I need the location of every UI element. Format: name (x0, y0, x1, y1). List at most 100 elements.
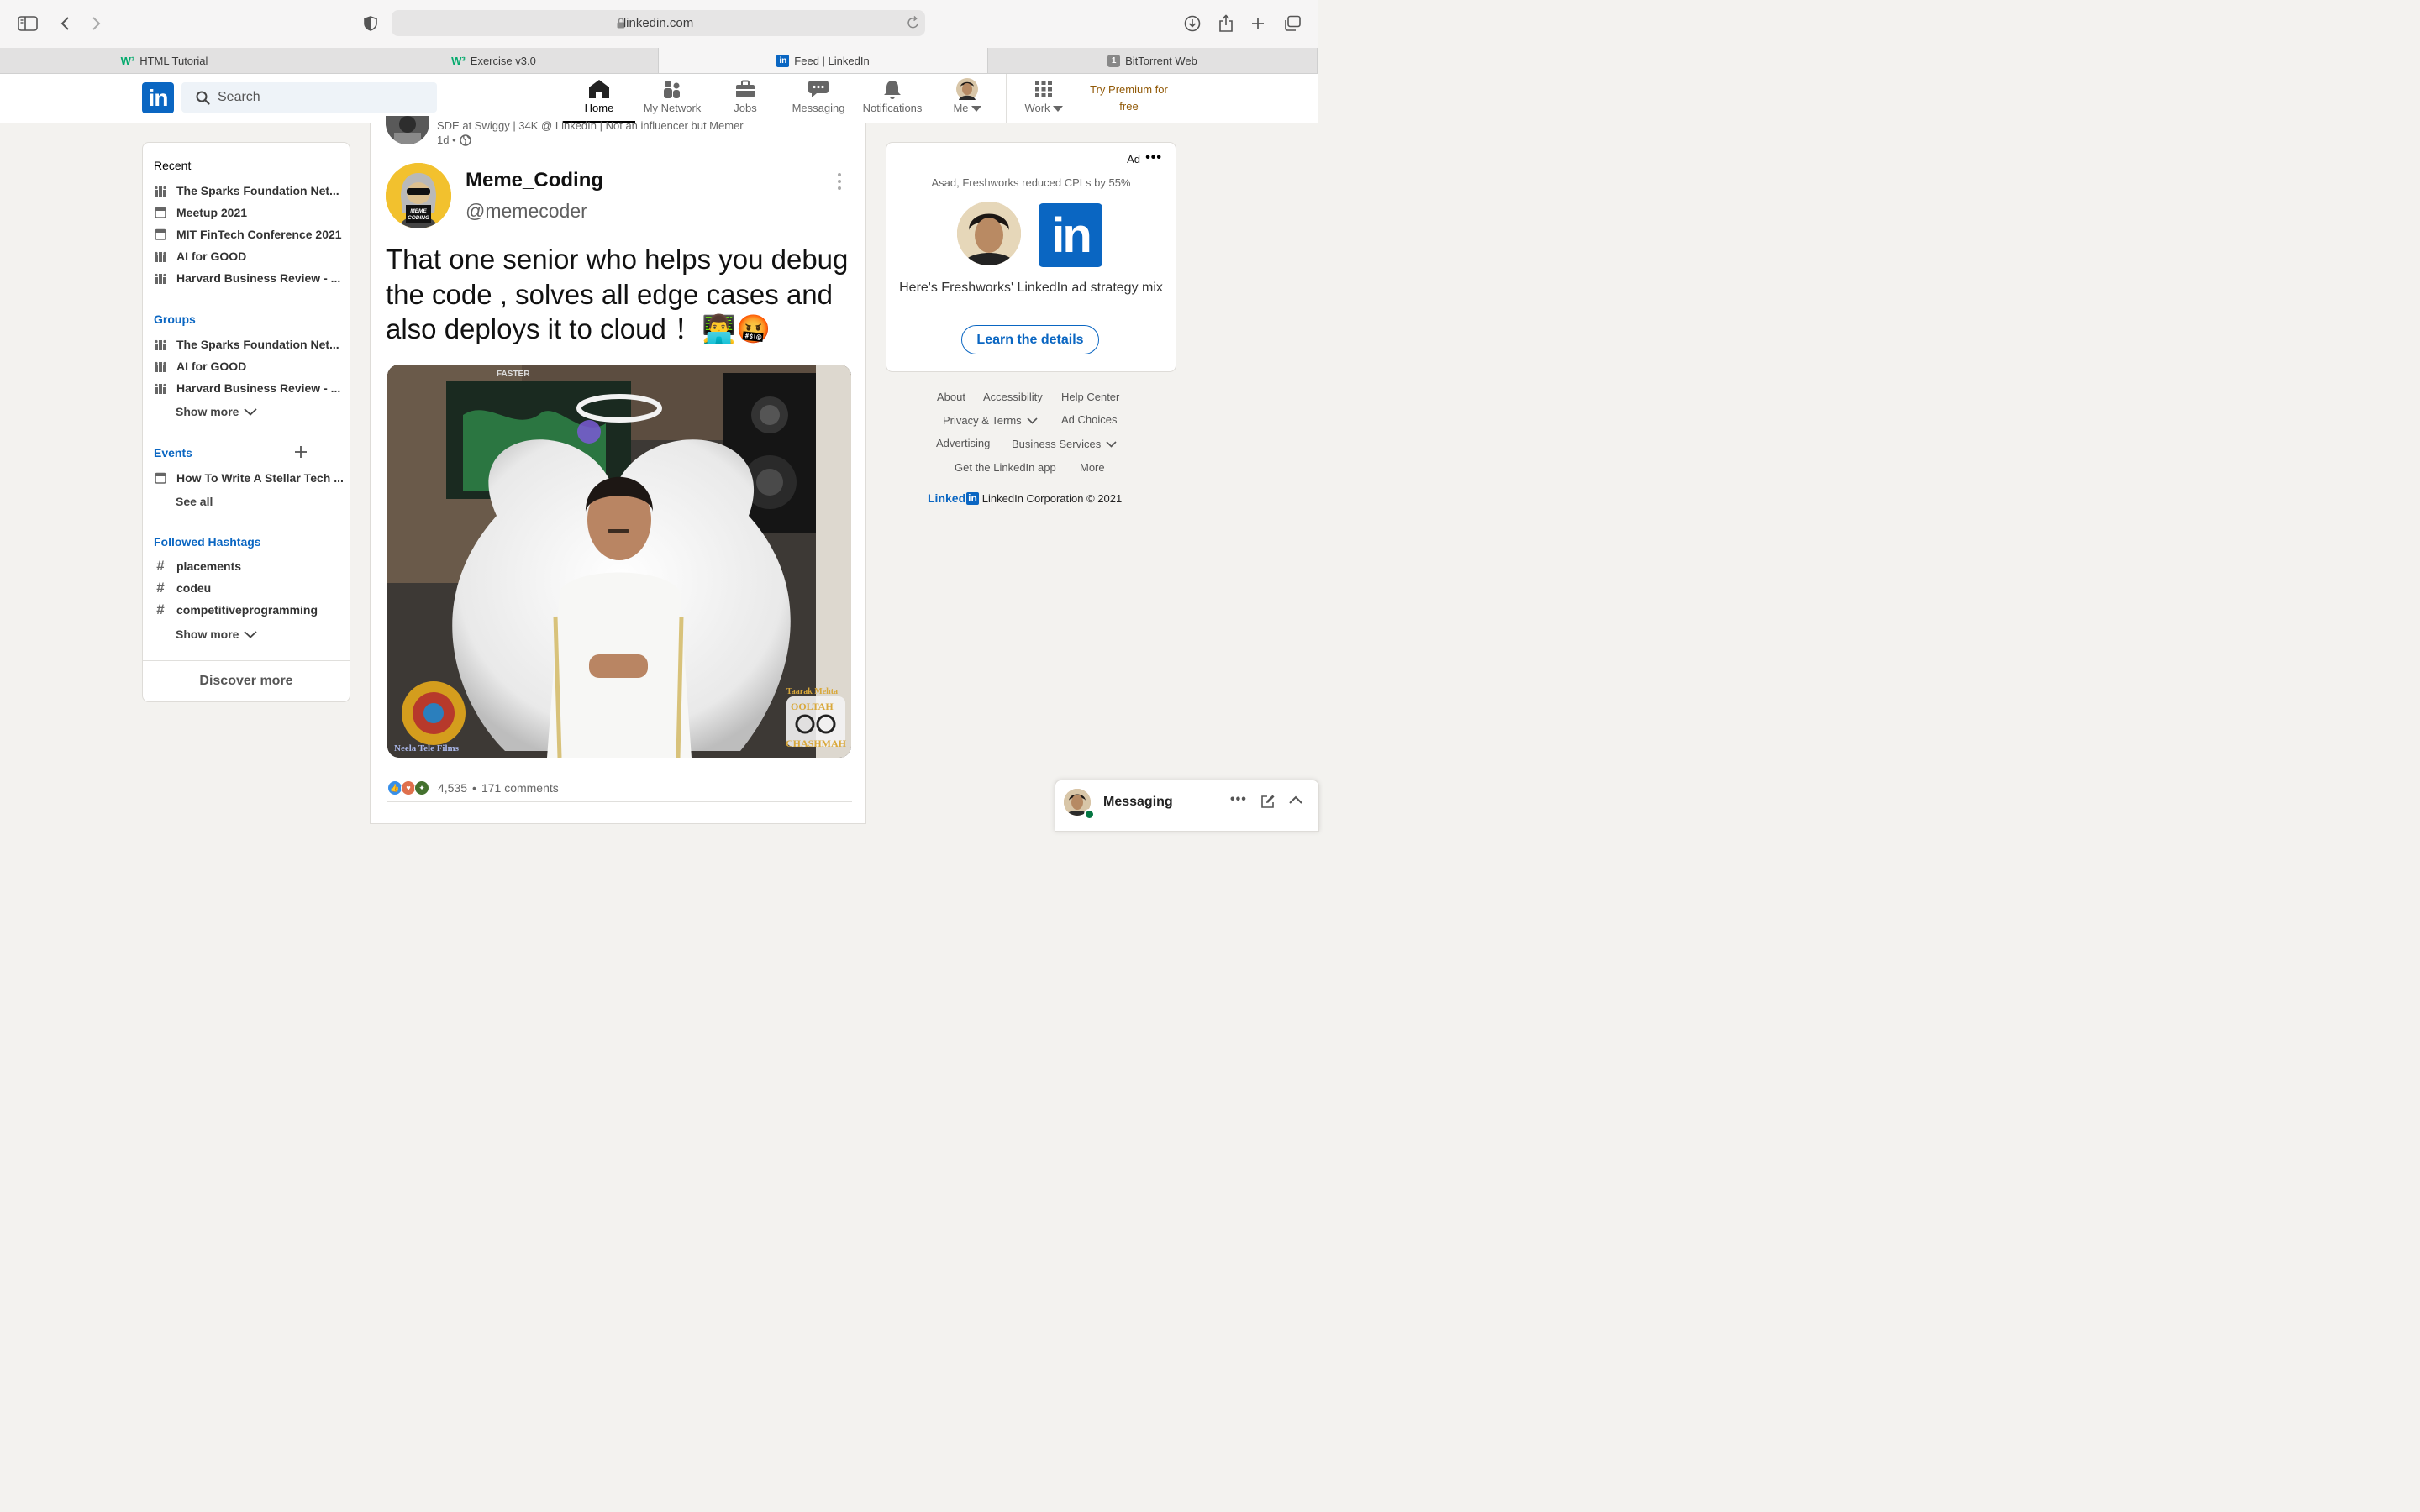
group-icon (155, 339, 166, 350)
author-avatar[interactable] (386, 116, 429, 144)
events-title[interactable]: Events (154, 446, 192, 459)
tab-label: HTML Tutorial (139, 54, 208, 67)
hashtags-show-more[interactable]: Show more (176, 627, 258, 641)
learn-the-details-button[interactable]: Learn the details (961, 325, 1099, 354)
image-text: FASTER (497, 370, 530, 379)
post-image[interactable]: FASTER Neela Tele Films Taarak Mehta OOL… (387, 365, 851, 758)
image-text: Neela Tele Films (394, 743, 460, 753)
linkedin-icon: in (966, 491, 979, 505)
sidebar-item-hashtag[interactable]: # placements (155, 558, 344, 575)
messaging-title[interactable]: Messaging (1103, 795, 1173, 810)
ad-user-avatar (957, 202, 1021, 265)
messaging-overlay[interactable]: Messaging ••• (1055, 780, 1319, 832)
footer-link-about[interactable]: About (937, 391, 965, 403)
nav-divider (1006, 74, 1007, 123)
hashtags-title[interactable]: Followed Hashtags (154, 535, 261, 549)
reload-icon[interactable] (907, 15, 920, 30)
groups-title[interactable]: Groups (154, 312, 196, 326)
calendar-icon (155, 472, 166, 484)
sidebar-item-label: The Sparks Foundation Net... (176, 184, 339, 197)
online-status-icon (1084, 809, 1095, 820)
nav-notifications[interactable]: Notifications (855, 79, 930, 123)
linkedin-logo: in (1039, 203, 1102, 267)
comments-count[interactable]: 171 comments (481, 781, 559, 795)
nav-me[interactable]: Me (946, 78, 988, 123)
footer-link-business-services[interactable]: Business Services (1012, 438, 1117, 450)
w3schools-icon: W³ (451, 54, 466, 67)
footer-link-more[interactable]: More (1080, 461, 1105, 474)
tweet-display-name: Meme_Coding (466, 169, 604, 192)
sidebar-item-hashtag[interactable]: # codeu (155, 580, 344, 596)
reactions-count[interactable]: 4,535 (438, 781, 467, 795)
nav-jobs[interactable]: Jobs (720, 79, 771, 123)
tab-overview-icon[interactable] (1281, 12, 1304, 35)
more-options-icon[interactable] (838, 173, 841, 190)
privacy-shield-icon[interactable] (359, 12, 382, 35)
sidebar-item-hashtag[interactable]: # competitiveprogramming (155, 601, 344, 618)
share-icon[interactable] (1214, 12, 1238, 35)
sidebar-item-event[interactable]: How To Write A Stellar Tech ... (155, 470, 344, 486)
nav-label: Messaging (792, 102, 845, 114)
footer-link-label: Business Services (1012, 438, 1102, 450)
address-bar[interactable]: linkedin.com (392, 10, 925, 36)
back-icon[interactable] (53, 12, 76, 35)
nav-label: Home (584, 102, 614, 114)
nav-label: My Network (643, 102, 702, 114)
tweet-handle: @memecoder (466, 200, 587, 222)
post-time-text: 1d • (437, 134, 456, 146)
more-options-icon[interactable]: ••• (1145, 151, 1162, 165)
sidebar-item-recent[interactable]: Meetup 2021 (155, 204, 344, 221)
events-see-all[interactable]: See all (176, 495, 213, 508)
footer-link-advertising[interactable]: Advertising (936, 437, 990, 449)
browser-tab-linkedin[interactable]: in Feed | LinkedIn (659, 48, 988, 73)
try-premium-link[interactable]: Try Premium for free (1081, 81, 1177, 115)
add-event-icon[interactable] (294, 445, 308, 459)
new-tab-icon[interactable] (1246, 12, 1270, 35)
nav-work[interactable]: Work (1018, 79, 1069, 123)
copyright-text: LinkedIn Corporation © 2021 (981, 491, 1123, 505)
image-text: CHASHMAH (786, 738, 847, 749)
sidebar-item-recent[interactable]: Harvard Business Review - ... (155, 270, 344, 286)
sidebar-item-recent[interactable]: MIT FinTech Conference 2021 (155, 226, 344, 243)
sidebar-toggle-icon[interactable] (16, 12, 39, 35)
browser-tab-html-tutorial[interactable]: W³ HTML Tutorial (0, 48, 329, 73)
sidebar-item-recent[interactable]: AI for GOOD (155, 248, 344, 265)
sidebar-item-recent[interactable]: The Sparks Foundation Net... (155, 182, 344, 199)
sidebar-item-label: MIT FinTech Conference 2021 (176, 228, 342, 241)
nav-home[interactable]: Home (563, 79, 635, 123)
chevron-up-icon[interactable] (1288, 795, 1303, 805)
premium-line: free (1119, 100, 1139, 113)
post-social-counts[interactable]: 👍 ♥ ✦ 4,535 • 171 comments (387, 780, 559, 795)
compose-message-icon[interactable] (1260, 794, 1276, 809)
sidebar-item-group[interactable]: The Sparks Foundation Net... (155, 336, 344, 353)
nav-label: Jobs (734, 102, 757, 114)
groups-show-more[interactable]: Show more (176, 405, 258, 418)
sidebar-item-label: The Sparks Foundation Net... (176, 338, 339, 351)
browser-tab-exercise[interactable]: W³ Exercise v3.0 (329, 48, 659, 73)
footer-link-accessibility[interactable]: Accessibility (983, 391, 1043, 403)
chevron-down-icon (1027, 417, 1038, 424)
nav-my-network[interactable]: My Network (636, 79, 708, 123)
nav-messaging[interactable]: Messaging (785, 79, 852, 123)
celebrate-reaction-icon: ✦ (414, 780, 429, 795)
forward-icon[interactable] (85, 12, 108, 35)
sidebar-item-label: AI for GOOD (176, 249, 247, 263)
downloads-icon[interactable] (1181, 12, 1204, 35)
search-input[interactable]: Search (182, 82, 437, 113)
linkedin-global-nav: in Search Home My Network Jobs Messaging (0, 74, 1318, 123)
browser-tab-bittorrent[interactable]: 1 BitTorrent Web (988, 48, 1318, 73)
footer-link-help-center[interactable]: Help Center (1061, 391, 1119, 403)
footer-link-privacy-terms[interactable]: Privacy & Terms (943, 414, 1038, 427)
footer-link-ad-choices[interactable]: Ad Choices (1061, 413, 1117, 426)
sidebar-item-group[interactable]: Harvard Business Review - ... (155, 380, 344, 396)
hashtag-icon: # (156, 558, 165, 574)
more-options-icon[interactable]: ••• (1230, 793, 1247, 806)
discover-more-button[interactable]: Discover more (143, 660, 350, 701)
footer-link-get-app[interactable]: Get the LinkedIn app (955, 461, 1056, 474)
sidebar-item-label: Harvard Business Review - ... (176, 271, 341, 285)
ad-subtitle: Asad, Freshworks reduced CPLs by 55% (931, 176, 1131, 189)
sidebar-item-group[interactable]: AI for GOOD (155, 358, 344, 375)
linkedin-logo[interactable]: in (142, 82, 174, 113)
tab-label: BitTorrent Web (1125, 54, 1197, 67)
tweet-text: That one senior who helps you debug the … (386, 244, 849, 344)
